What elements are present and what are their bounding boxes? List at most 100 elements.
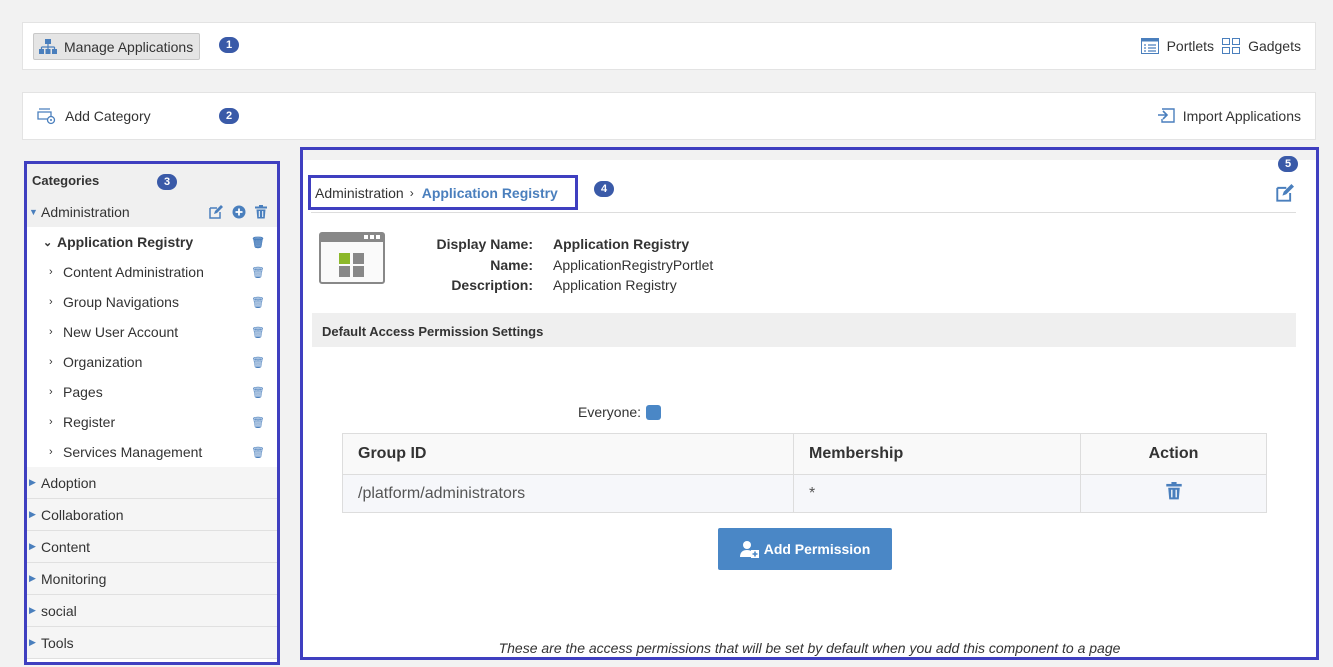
category-item[interactable]: ▶ Monitoring xyxy=(27,563,277,595)
application-item[interactable]: › Organization 🗑 xyxy=(37,347,277,377)
gadgets-link[interactable]: Gadgets xyxy=(1222,38,1301,54)
category-toolbar: Add Category 2 Import Applications xyxy=(22,92,1316,140)
everyone-label: Everyone: xyxy=(578,404,642,420)
trash-icon[interactable] xyxy=(1165,482,1182,500)
category-item[interactable]: ▶ Tools xyxy=(27,627,277,659)
category-item[interactable]: ▶ social xyxy=(27,595,277,627)
application-item-label: Register xyxy=(63,414,116,430)
category-label: social xyxy=(41,602,77,619)
add-category-icon xyxy=(37,108,56,125)
caret-right-icon: ▶ xyxy=(29,605,36,615)
trash-icon[interactable]: 🗑 xyxy=(251,416,265,429)
subcategory-application-registry[interactable]: ⌄ Application Registry 🗑 xyxy=(37,227,277,257)
edit-icon[interactable] xyxy=(209,205,223,219)
trash-icon[interactable]: 🗑 xyxy=(251,326,265,339)
caret-right-icon: ▶ xyxy=(29,573,36,583)
chevron-right-icon: › xyxy=(49,326,53,338)
permission-footnote: These are the access permissions that wi… xyxy=(498,640,1121,656)
application-item[interactable]: › Services Management 🗑 xyxy=(37,437,277,467)
add-category-button[interactable]: Add Category xyxy=(37,93,151,139)
grid-icon xyxy=(1222,38,1241,54)
portlets-link[interactable]: Portlets xyxy=(1140,38,1215,54)
chevron-right-icon: › xyxy=(409,185,414,200)
category-item[interactable]: ▶ Content xyxy=(27,531,277,563)
column-header-membership: Membership xyxy=(793,433,1081,475)
import-icon xyxy=(1157,108,1175,123)
description-value: Application Registry xyxy=(553,277,677,293)
permission-settings-area: Everyone: Group ID Membership Action /pl… xyxy=(312,347,1296,657)
other-categories: ▶ Adoption ▶ Collaboration ▶ Content ▶ Monitori… xyxy=(27,467,277,659)
trash-icon[interactable] xyxy=(255,205,267,219)
category-label: Tools xyxy=(41,634,74,651)
add-circle-icon[interactable] xyxy=(232,205,246,219)
application-item-label: Organization xyxy=(63,354,143,370)
step-badge-2: 2 xyxy=(219,108,239,124)
add-user-icon xyxy=(739,541,759,558)
caret-right-icon: ▶ xyxy=(29,477,36,487)
action-cell xyxy=(1080,474,1267,513)
application-item[interactable]: › New User Account 🗑 xyxy=(37,317,277,347)
application-info: Display Name: Application Registry Name:… xyxy=(423,234,714,296)
trash-icon[interactable]: 🗑 xyxy=(251,386,265,399)
administration-subtree: ⌄ Application Registry 🗑 › Content Admini… xyxy=(27,227,277,467)
step-badge-1: 1 xyxy=(219,37,239,53)
edit-icon[interactable] xyxy=(1276,184,1294,202)
application-list: › Content Administration 🗑 › Group Navigatio… xyxy=(37,257,277,467)
breadcrumb-parent[interactable]: Administration xyxy=(315,185,404,201)
import-applications-label: Import Applications xyxy=(1182,108,1301,124)
application-detail-panel: 5 Administration › Application Registry … xyxy=(300,147,1319,660)
column-header-action: Action xyxy=(1080,433,1267,475)
category-label: Administration xyxy=(41,204,130,220)
caret-right-icon: ▶ xyxy=(29,541,36,551)
breadcrumb-current: Application Registry xyxy=(421,184,558,201)
description-label: Description: xyxy=(451,277,533,293)
membership-cell: * xyxy=(793,474,1081,513)
step-badge-3: 3 xyxy=(157,174,177,190)
application-item-label: Pages xyxy=(63,384,103,400)
category-item[interactable]: ▶ Collaboration xyxy=(27,499,277,531)
categories-panel: Categories 3 ▼ Administration ⌄ Applicat… xyxy=(24,161,280,665)
table-row: /platform/administrators * xyxy=(342,474,1267,513)
category-administration[interactable]: ▼ Administration xyxy=(27,197,277,227)
add-permission-label: Add Permission xyxy=(763,541,871,557)
application-item[interactable]: › Register 🗑 xyxy=(37,407,277,437)
categories-header: Categories 3 xyxy=(27,164,277,197)
subcategory-label: Application Registry xyxy=(57,234,194,250)
import-applications-button[interactable]: Import Applications xyxy=(1157,108,1301,124)
chevron-right-icon: › xyxy=(49,416,53,428)
everyone-checkbox[interactable] xyxy=(646,404,662,420)
caret-right-icon: ▶ xyxy=(29,509,36,519)
application-item[interactable]: › Pages 🗑 xyxy=(37,377,277,407)
everyone-option: Everyone: xyxy=(578,404,662,420)
trash-icon[interactable]: 🗑 xyxy=(251,236,265,249)
sitemap-icon xyxy=(39,38,57,54)
application-item-label: New User Account xyxy=(63,324,179,340)
chevron-down-icon: ⌄ xyxy=(43,236,53,249)
chevron-right-icon: › xyxy=(49,386,53,398)
trash-icon[interactable]: 🗑 xyxy=(251,296,265,309)
application-item-label: Services Management xyxy=(63,444,203,460)
category-label: Monitoring xyxy=(41,570,107,587)
list-icon xyxy=(1140,38,1159,54)
trash-icon[interactable]: 🗑 xyxy=(251,446,265,459)
trash-icon[interactable]: 🗑 xyxy=(251,266,265,279)
portlets-label: Portlets xyxy=(1166,38,1215,54)
chevron-right-icon: › xyxy=(49,356,53,368)
trash-icon[interactable]: 🗑 xyxy=(251,356,265,369)
category-label: Content xyxy=(41,538,91,555)
panel-top-strip xyxy=(303,150,1316,160)
category-item[interactable]: ▶ Adoption xyxy=(27,467,277,499)
manage-applications-button[interactable]: Manage Applications xyxy=(33,33,201,60)
chevron-right-icon: › xyxy=(49,296,53,308)
chevron-right-icon: › xyxy=(49,266,53,278)
application-item[interactable]: › Group Navigations 🗑 xyxy=(37,287,277,317)
caret-down-icon: ▼ xyxy=(29,207,38,217)
step-badge-5: 5 xyxy=(1278,156,1298,172)
permission-table: Group ID Membership Action /platform/adm… xyxy=(342,433,1267,513)
chevron-right-icon: › xyxy=(49,446,53,458)
add-permission-button[interactable]: Add Permission xyxy=(718,528,892,570)
column-header-group-id: Group ID xyxy=(342,433,794,475)
applications-toolbar: Manage Applications 1 Portlets Gadgets xyxy=(22,22,1316,70)
header-divider xyxy=(311,212,1296,213)
application-item[interactable]: › Content Administration 🗑 xyxy=(37,257,277,287)
